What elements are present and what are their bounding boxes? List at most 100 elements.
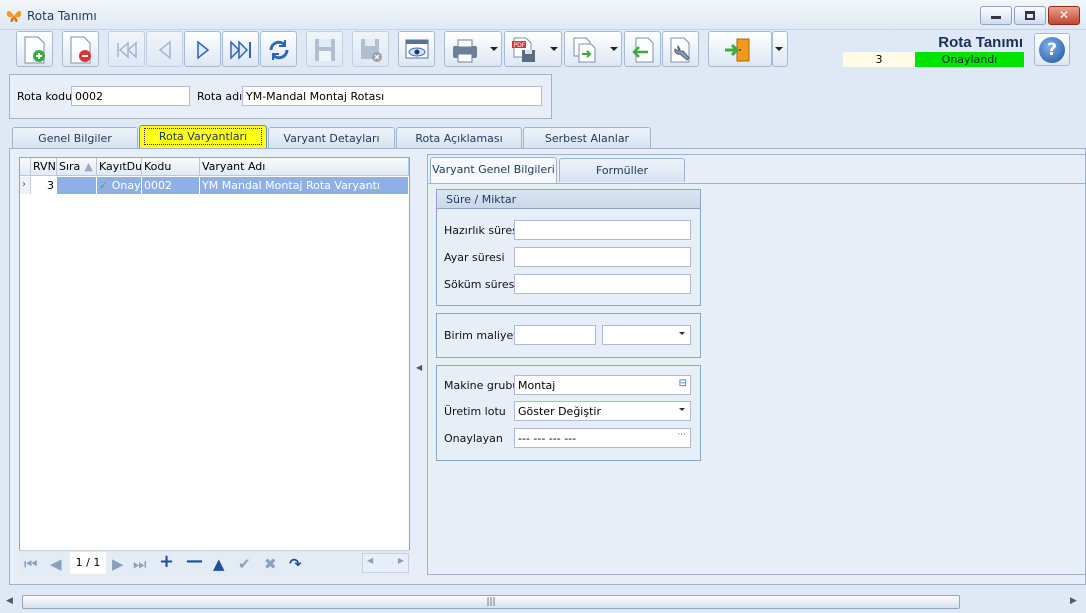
tab-varyant-genel-bilgileri[interactable]: Varyant Genel Bilgileri (430, 157, 557, 184)
rota-kodu-label: Rota kodu (17, 90, 73, 103)
refresh-icon (269, 40, 289, 60)
makine-grubu-value: Montaj (518, 379, 556, 392)
first-record-button[interactable] (108, 31, 145, 67)
rota-adi-label: Rota adı (197, 90, 243, 103)
grid-hscrollbar[interactable]: ◀ ▶ (362, 553, 409, 573)
nav-add-icon[interactable]: + (159, 551, 174, 572)
tab-rota-varyantlari[interactable]: Rota Varyantları (139, 125, 267, 149)
cell-varyant-adi[interactable]: YM Mandal Montaj Rota Varyantı (200, 177, 409, 194)
birim-maliyet-field[interactable] (514, 325, 596, 345)
nav-first-icon[interactable]: ⏮ (24, 555, 38, 573)
new-document-icon (24, 36, 45, 64)
previous-record-button[interactable] (146, 31, 183, 67)
ayar-suresi-field[interactable] (514, 247, 691, 267)
printer-icon (453, 39, 477, 63)
cell-sira[interactable] (57, 177, 97, 194)
cell-kodu[interactable]: 0002 (142, 177, 200, 194)
scroll-right-icon[interactable]: ▶ (1070, 596, 1077, 606)
record-number: 3 (843, 52, 915, 67)
document-wrench-icon (670, 37, 690, 63)
hazirlik-label: Hazırlık süresi (444, 224, 521, 237)
splitter-arrow-icon[interactable]: ◀ (416, 363, 422, 372)
preview-eye-icon (405, 39, 429, 59)
save-button[interactable] (306, 31, 343, 67)
refresh-button[interactable] (260, 31, 297, 67)
exit-options-dropdown[interactable] (772, 31, 788, 67)
tab-genel-bilgiler[interactable]: Genel Bilgiler (12, 127, 138, 149)
restore-button[interactable] (1014, 6, 1046, 25)
nav-confirm-icon[interactable]: ✔ (238, 555, 251, 573)
column-header-kayit-durumu[interactable]: KayıtDurumu (97, 158, 142, 176)
save-cancel-icon (361, 39, 382, 62)
nav-refresh-icon[interactable]: ↷ (289, 555, 302, 573)
nav-cancel-icon[interactable]: ✖ (264, 555, 277, 573)
column-header-sira[interactable]: Sıra ▲ (57, 158, 97, 176)
next-record-button[interactable] (184, 31, 221, 67)
rota-kodu-field[interactable]: 0002 (71, 86, 190, 106)
chevron-down-icon (679, 408, 685, 411)
save-disk-icon (315, 39, 335, 61)
onaylayan-value: --- --- --- --- (518, 432, 577, 445)
last-icon (230, 40, 251, 60)
sokum-suresi-field[interactable] (514, 274, 691, 294)
nav-last-icon[interactable]: ⏭ (133, 555, 147, 573)
import-button[interactable] (624, 31, 661, 67)
exit-button[interactable] (708, 31, 772, 67)
delete-record-button[interactable] (62, 31, 99, 67)
module-title: Rota Tanımı (938, 34, 1023, 51)
scroll-thumb[interactable]: ||| (22, 595, 960, 609)
column-header-varyant-adi[interactable]: Varyant Adı (200, 158, 409, 176)
export-pdf-button[interactable]: PDF (504, 31, 562, 67)
nav-previous-icon[interactable]: ◀ (50, 555, 62, 573)
minimize-button[interactable] (980, 6, 1012, 25)
uretim-lotu-value: Göster Değiştir (518, 405, 601, 418)
last-record-button[interactable] (222, 31, 259, 67)
column-header-kodu[interactable]: Kodu (142, 158, 200, 176)
print-button[interactable] (444, 31, 502, 67)
nav-remove-icon[interactable]: — (186, 551, 203, 571)
ayar-label: Ayar süresi (444, 251, 505, 264)
pdf-save-icon: PDF (512, 37, 535, 62)
tab-formuller[interactable]: Formüller (559, 158, 685, 182)
scroll-right-icon: ▶ (397, 556, 404, 565)
rota-adi-field[interactable]: YM-Mandal Montaj Rotası (242, 86, 542, 106)
butterfly-app-icon (6, 11, 22, 22)
nav-up-icon[interactable]: ▲ (213, 555, 225, 573)
close-icon: ✕ (1058, 8, 1070, 22)
row-indicator-header (20, 158, 31, 176)
previous-icon (158, 40, 171, 60)
chevron-down-icon (679, 332, 685, 335)
scroll-left-icon[interactable]: ◀ (6, 596, 13, 606)
help-button[interactable]: ? (1034, 33, 1070, 66)
cell-rvno[interactable]: 3 (31, 177, 57, 194)
birim-maliyet-label: Birim maliyet (444, 329, 518, 342)
settings-button[interactable] (662, 31, 699, 67)
cell-kayit-durumu[interactable]: ✓ Onaylandı (97, 177, 142, 194)
hazirlik-suresi-field[interactable] (514, 220, 691, 240)
tab-rota-aciklamasi[interactable]: Rota Açıklaması (396, 127, 522, 149)
pager-indicator: 1 / 1 (70, 552, 106, 574)
status-badge: Onaylandı (915, 52, 1024, 67)
ellipsis-icon[interactable]: ··· (677, 430, 686, 440)
help-icon: ? (1039, 37, 1065, 63)
makine-grubu-field[interactable]: Montaj ⊟ (514, 375, 691, 395)
title-bar (0, 0, 1086, 30)
tab-serbest-alanlar[interactable]: Serbest Alanlar (523, 127, 651, 149)
tab-varyant-detaylari[interactable]: Varyant Detayları (268, 127, 395, 149)
row-indicator-icon: › (20, 177, 31, 194)
copy-button[interactable] (564, 31, 622, 67)
close-window-button[interactable]: ✕ (1048, 6, 1080, 25)
onaylayan-field[interactable]: --- --- --- --- ··· (514, 428, 691, 448)
svg-text:PDF: PDF (514, 42, 526, 49)
cancel-save-button[interactable] (352, 31, 389, 67)
currency-select[interactable] (602, 325, 691, 345)
lookup-icon[interactable]: ⊟ (679, 378, 687, 389)
uretim-lotu-select[interactable]: Göster Değiştir (514, 401, 691, 421)
exit-door-icon (725, 38, 750, 62)
nav-next-icon[interactable]: ▶ (112, 555, 124, 573)
next-icon (197, 40, 210, 60)
preview-button[interactable] (398, 31, 435, 67)
check-icon: ✓ (99, 179, 109, 192)
new-record-button[interactable] (16, 31, 53, 67)
column-header-rvno[interactable]: RVNo (31, 158, 57, 176)
